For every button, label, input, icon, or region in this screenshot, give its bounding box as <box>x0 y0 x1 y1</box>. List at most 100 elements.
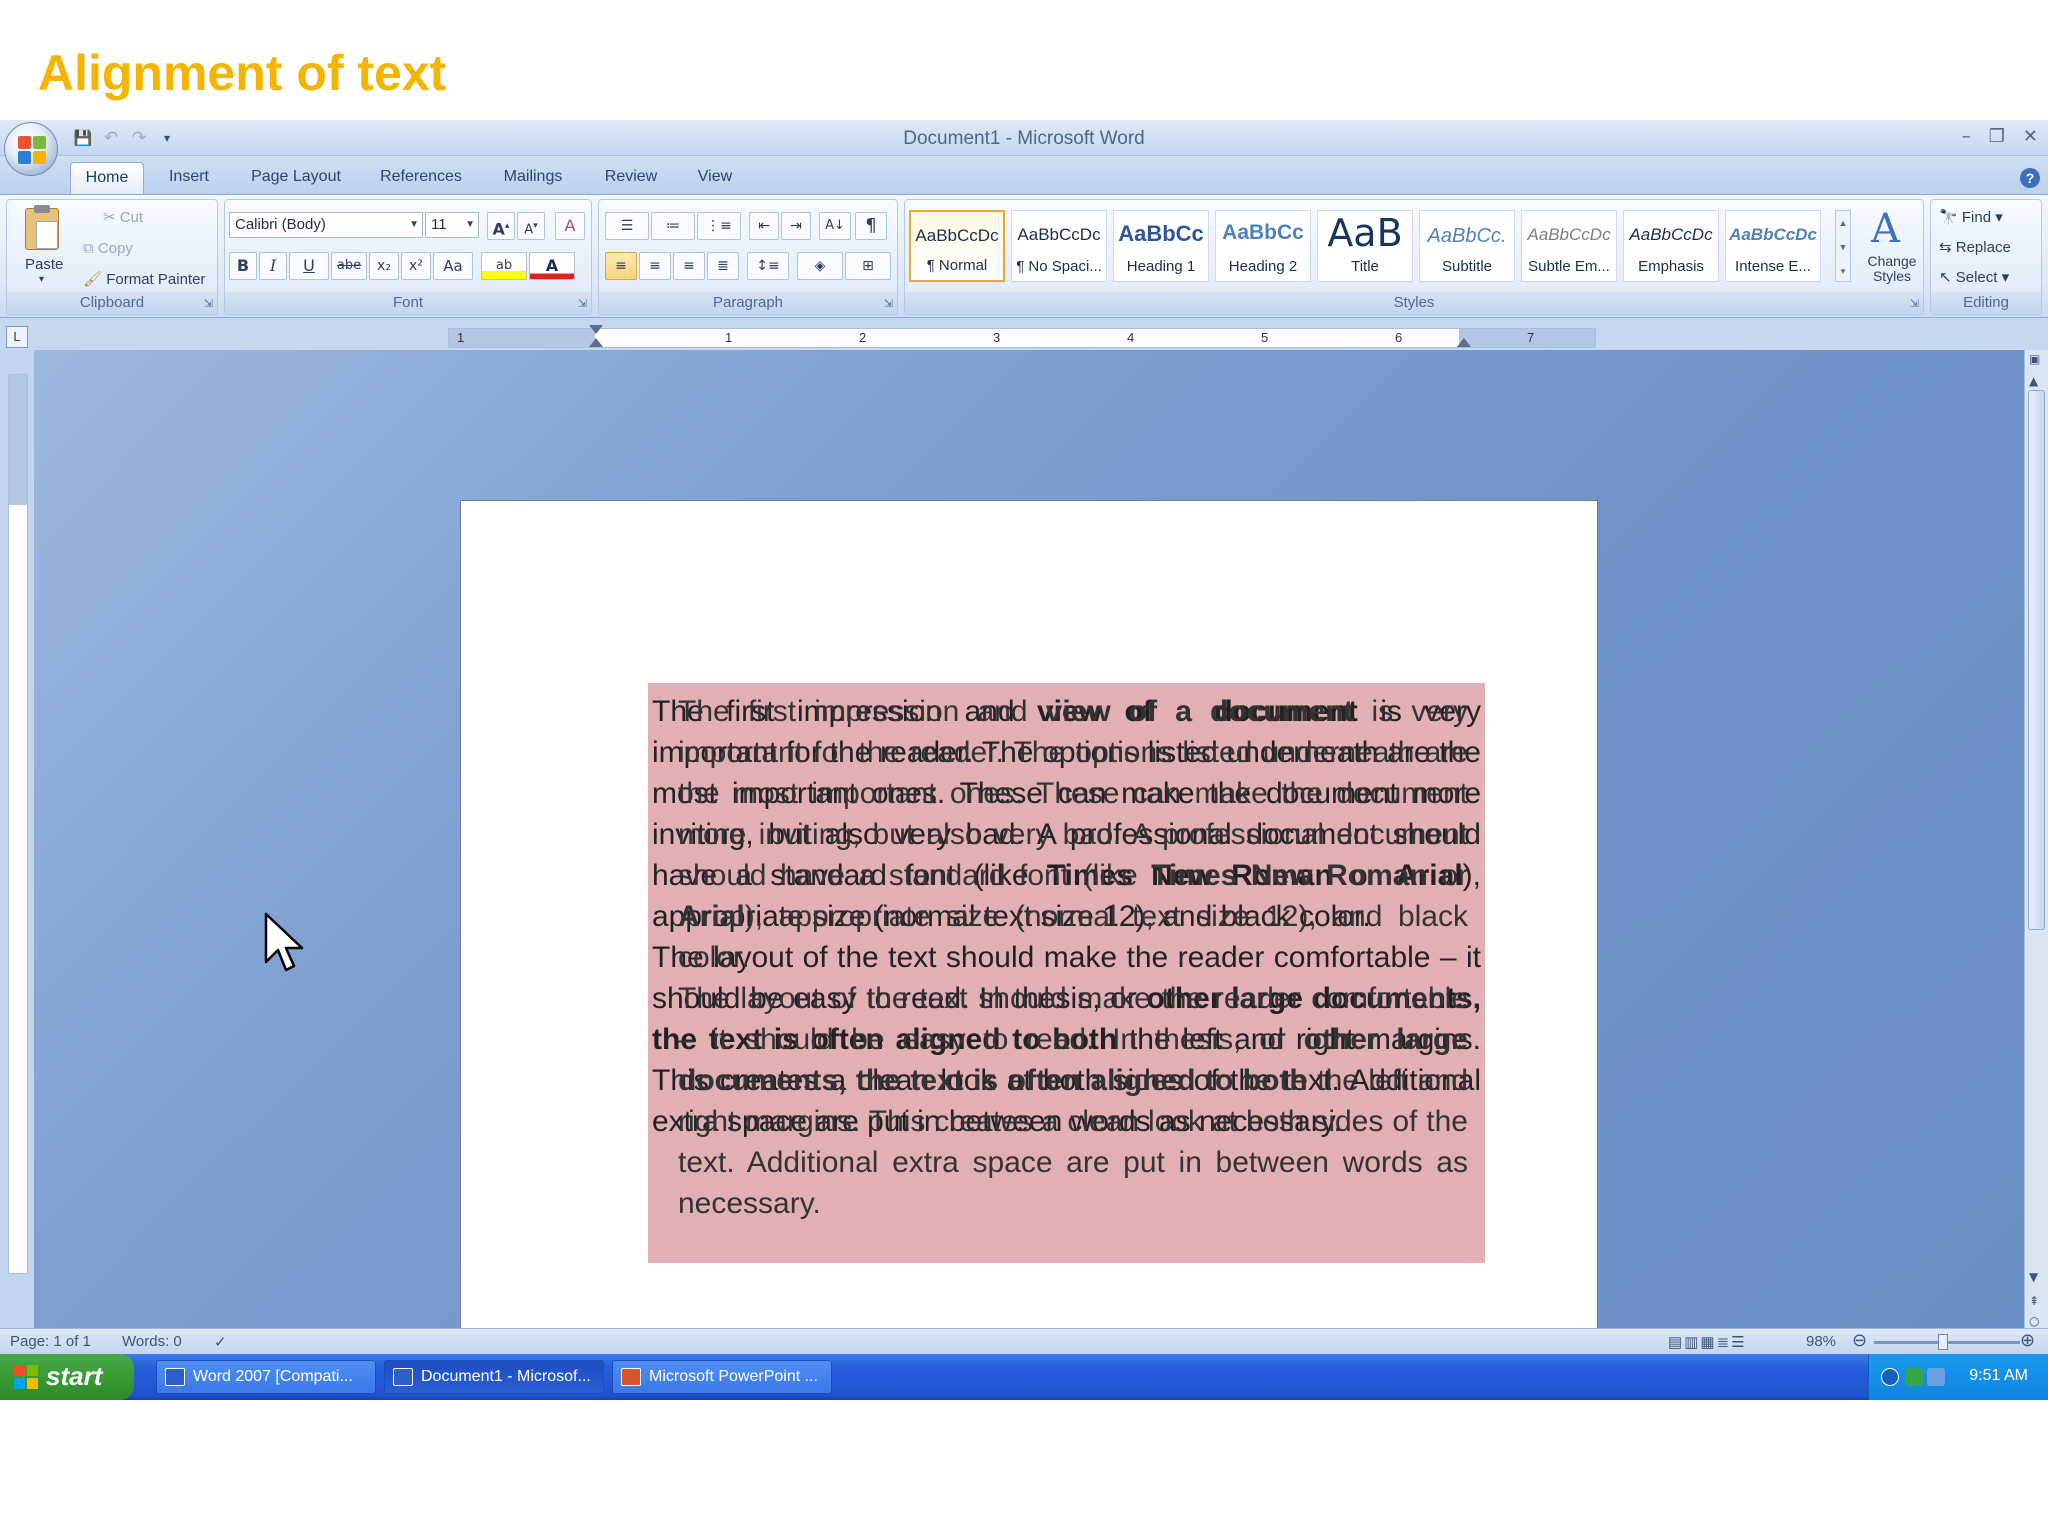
format-painter-button[interactable]: 🖌 Format Painter <box>83 270 205 288</box>
align-right-button[interactable]: ≡ <box>673 252 705 280</box>
find-button[interactable]: 🔭 Find ▾ <box>1939 208 2003 226</box>
taskbar-item-document1[interactable]: Document1 - Microsof... <box>384 1360 604 1394</box>
multilevel-list-button[interactable]: ⋮≡ <box>697 212 741 240</box>
scroll-down-icon[interactable]: ▼ <box>1836 235 1850 259</box>
style-heading-1[interactable]: AaBbCc Heading 1 <box>1113 210 1209 282</box>
font-launcher-icon[interactable]: ⇲ <box>578 297 587 310</box>
start-button[interactable]: start <box>0 1354 134 1400</box>
line-spacing-button[interactable]: ↕≡ <box>747 252 789 280</box>
clear-formatting-button[interactable]: A <box>555 212 585 240</box>
security-icon[interactable] <box>1927 1368 1945 1386</box>
network-icon[interactable] <box>1905 1368 1923 1386</box>
style-subtitle[interactable]: AaBbCc. Subtitle <box>1419 210 1515 282</box>
styles-launcher-icon[interactable]: ⇲ <box>1910 297 1919 310</box>
horizontal-ruler[interactable]: 1 1 2 3 4 5 6 7 <box>448 325 1596 348</box>
zoom-out-icon[interactable]: ⊖ <box>1852 1330 1867 1351</box>
close-icon[interactable]: ✕ <box>2023 126 2038 147</box>
shading-button[interactable]: ◈ <box>797 252 843 280</box>
vertical-scrollbar[interactable]: ▣ ▲ ▼ ⇞ ○ ⇟ <box>2024 350 2048 1366</box>
tab-mailings[interactable]: Mailings <box>490 162 576 194</box>
first-line-indent-marker[interactable] <box>589 325 603 334</box>
zoom-level[interactable]: 98% <box>1806 1333 1836 1350</box>
style-normal[interactable]: AaBbCcDc ¶ Normal <box>909 210 1005 282</box>
left-indent-marker[interactable] <box>589 338 603 347</box>
italic-button[interactable]: I <box>259 252 287 280</box>
show-formatting-button[interactable]: ¶ <box>855 212 887 240</box>
right-indent-marker[interactable] <box>1457 338 1471 347</box>
restore-icon[interactable]: ❐ <box>1989 126 2005 147</box>
styles-scroll[interactable]: ▲ ▼ ▾ <box>1835 210 1851 282</box>
browse-object-icon[interactable]: ○ <box>2029 1314 2039 1328</box>
word-count[interactable]: Words: 0 <box>122 1333 182 1350</box>
font-name-combo[interactable]: Calibri (Body) ▼ <box>229 212 423 238</box>
tab-selector[interactable]: L <box>6 326 28 348</box>
shrink-font-button[interactable]: A▾ <box>517 212 545 240</box>
page-count[interactable]: Page: 1 of 1 <box>10 1333 91 1350</box>
scrollbar-thumb[interactable] <box>2028 390 2045 930</box>
paragraph-launcher-icon[interactable]: ⇲ <box>884 297 893 310</box>
style-title[interactable]: AaB Title <box>1317 210 1413 282</box>
print-layout-icon[interactable]: ▤ <box>1668 1334 1684 1351</box>
bold-button[interactable]: B <box>229 252 257 280</box>
replace-button[interactable]: ⇆ Replace <box>1939 238 2011 256</box>
draft-icon[interactable]: ☰ <box>1731 1334 1746 1351</box>
text-box[interactable]: The first impression and view of a docum… <box>648 683 1485 1263</box>
tray-expand-icon[interactable] <box>1881 1368 1899 1386</box>
strikethrough-button[interactable]: abe <box>331 252 367 280</box>
tab-view[interactable]: View <box>684 162 746 194</box>
vertical-ruler[interactable] <box>8 374 28 1274</box>
taskbar-item-powerpoint[interactable]: Microsoft PowerPoint ... <box>612 1360 832 1394</box>
paste-button[interactable]: Paste ▾ <box>11 204 79 290</box>
full-screen-icon[interactable]: ▥ <box>1684 1334 1700 1351</box>
tab-page-layout[interactable]: Page Layout <box>240 162 352 194</box>
numbering-button[interactable]: ≔ <box>651 212 695 240</box>
more-styles-icon[interactable]: ▾ <box>1836 259 1850 283</box>
office-button[interactable] <box>4 122 58 176</box>
minimize-icon[interactable]: – <box>1962 126 1971 147</box>
style-intense-emphasis[interactable]: AaBbCcDc Intense E... <box>1725 210 1821 282</box>
font-color-button[interactable]: A <box>529 252 575 280</box>
change-styles-button[interactable]: A Change Styles <box>1857 206 1919 292</box>
ruler-toggle-icon[interactable]: ▣ <box>2029 352 2040 366</box>
change-case-button[interactable]: Aa <box>433 252 473 280</box>
scroll-up-icon[interactable]: ▲ <box>2029 374 2038 388</box>
proofing-icon[interactable]: ✓ <box>214 1333 227 1351</box>
view-buttons[interactable]: ▤▥▦≣☰ <box>1668 1333 1747 1351</box>
style-heading-2[interactable]: AaBbCc Heading 2 <box>1215 210 1311 282</box>
zoom-in-icon[interactable]: ⊕ <box>2020 1330 2035 1351</box>
increase-indent-button[interactable]: ⇥ <box>781 212 811 240</box>
align-left-button[interactable]: ≡ <box>605 252 637 280</box>
copy-button[interactable]: ⧉ Copy <box>83 240 133 257</box>
tab-home[interactable]: Home <box>70 162 144 194</box>
borders-button[interactable]: ⊞ <box>845 252 891 280</box>
align-center-button[interactable]: ≡ <box>639 252 671 280</box>
web-layout-icon[interactable]: ▦ <box>1700 1334 1716 1351</box>
outline-icon[interactable]: ≣ <box>1717 1334 1732 1351</box>
decrease-indent-button[interactable]: ⇤ <box>749 212 779 240</box>
bullets-button[interactable]: ☰ <box>605 212 649 240</box>
style-subtle-emphasis[interactable]: AaBbCcDc Subtle Em... <box>1521 210 1617 282</box>
tab-insert[interactable]: Insert <box>154 162 224 194</box>
justify-button[interactable]: ≣ <box>707 252 739 280</box>
taskbar-item-word-2007[interactable]: Word 2007 [Compati... <box>156 1360 376 1394</box>
tab-references[interactable]: References <box>368 162 474 194</box>
style-emphasis[interactable]: AaBbCcDc Emphasis <box>1623 210 1719 282</box>
zoom-slider-knob[interactable] <box>1938 1334 1948 1350</box>
grow-font-button[interactable]: A▴ <box>487 212 515 240</box>
cut-button[interactable]: ✂ Cut <box>103 208 143 226</box>
clock[interactable]: 9:51 AM <box>1969 1367 2028 1385</box>
help-icon[interactable]: ? <box>2020 168 2040 188</box>
highlight-button[interactable]: ab <box>481 252 527 280</box>
select-button[interactable]: ↖ Select ▾ <box>1939 268 2009 286</box>
superscript-button[interactable]: x² <box>401 252 431 280</box>
font-size-combo[interactable]: 11 ▼ <box>425 212 479 238</box>
sort-button[interactable]: A↓ <box>819 212 851 240</box>
scroll-up-icon[interactable]: ▲ <box>1836 211 1850 235</box>
scroll-down-icon[interactable]: ▼ <box>2029 1270 2038 1284</box>
subscript-button[interactable]: x₂ <box>369 252 399 280</box>
tab-review[interactable]: Review <box>592 162 670 194</box>
previous-page-icon[interactable]: ⇞ <box>2029 1294 2039 1308</box>
clipboard-launcher-icon[interactable]: ⇲ <box>204 297 213 310</box>
underline-button[interactable]: U <box>289 252 329 280</box>
style-no-spacing[interactable]: AaBbCcDc ¶ No Spaci... <box>1011 210 1107 282</box>
